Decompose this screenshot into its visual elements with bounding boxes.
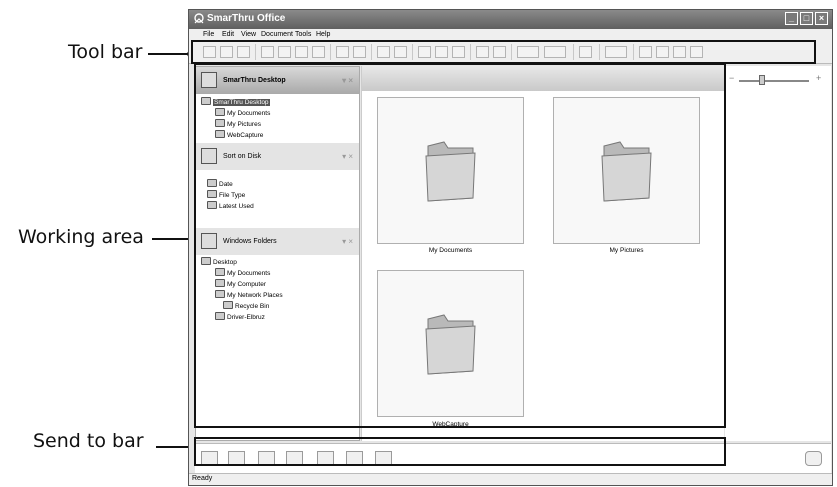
minimize-button[interactable]: _ [785, 12, 798, 25]
working-area-highlight [194, 63, 726, 428]
status-text: Ready [192, 475, 213, 482]
zoom-in-button[interactable]: + [816, 73, 821, 83]
zoom-out-button[interactable]: − [729, 73, 734, 83]
zoom-slider-handle[interactable] [759, 75, 765, 85]
maximize-button[interactable]: □ [800, 12, 813, 25]
callout-toolbar: Tool bar [68, 41, 143, 63]
zoom-area: − + [725, 66, 831, 441]
close-button[interactable]: × [815, 12, 828, 25]
title-bar: SmarThru Office _ □ × [189, 10, 832, 29]
menu-file[interactable]: File [203, 31, 214, 38]
window-title: SmarThru Office [207, 13, 286, 24]
recycle-bin-icon[interactable] [805, 451, 822, 466]
menu-tools[interactable]: Tools [295, 31, 311, 38]
menu-document[interactable]: Document [261, 31, 293, 38]
app-logo-icon [194, 13, 204, 24]
toolbar-leader [148, 53, 190, 55]
send-to-bar-highlight [194, 437, 726, 466]
menu-help[interactable]: Help [316, 31, 330, 38]
menu-view[interactable]: View [241, 31, 256, 38]
menu-edit[interactable]: Edit [222, 31, 234, 38]
zoom-slider-track[interactable] [739, 80, 809, 82]
callout-send-to-bar: Send to bar [33, 430, 144, 452]
callout-working-area: Working area [18, 226, 144, 248]
status-bar: Ready [189, 473, 832, 485]
toolbar-highlight [191, 40, 816, 64]
